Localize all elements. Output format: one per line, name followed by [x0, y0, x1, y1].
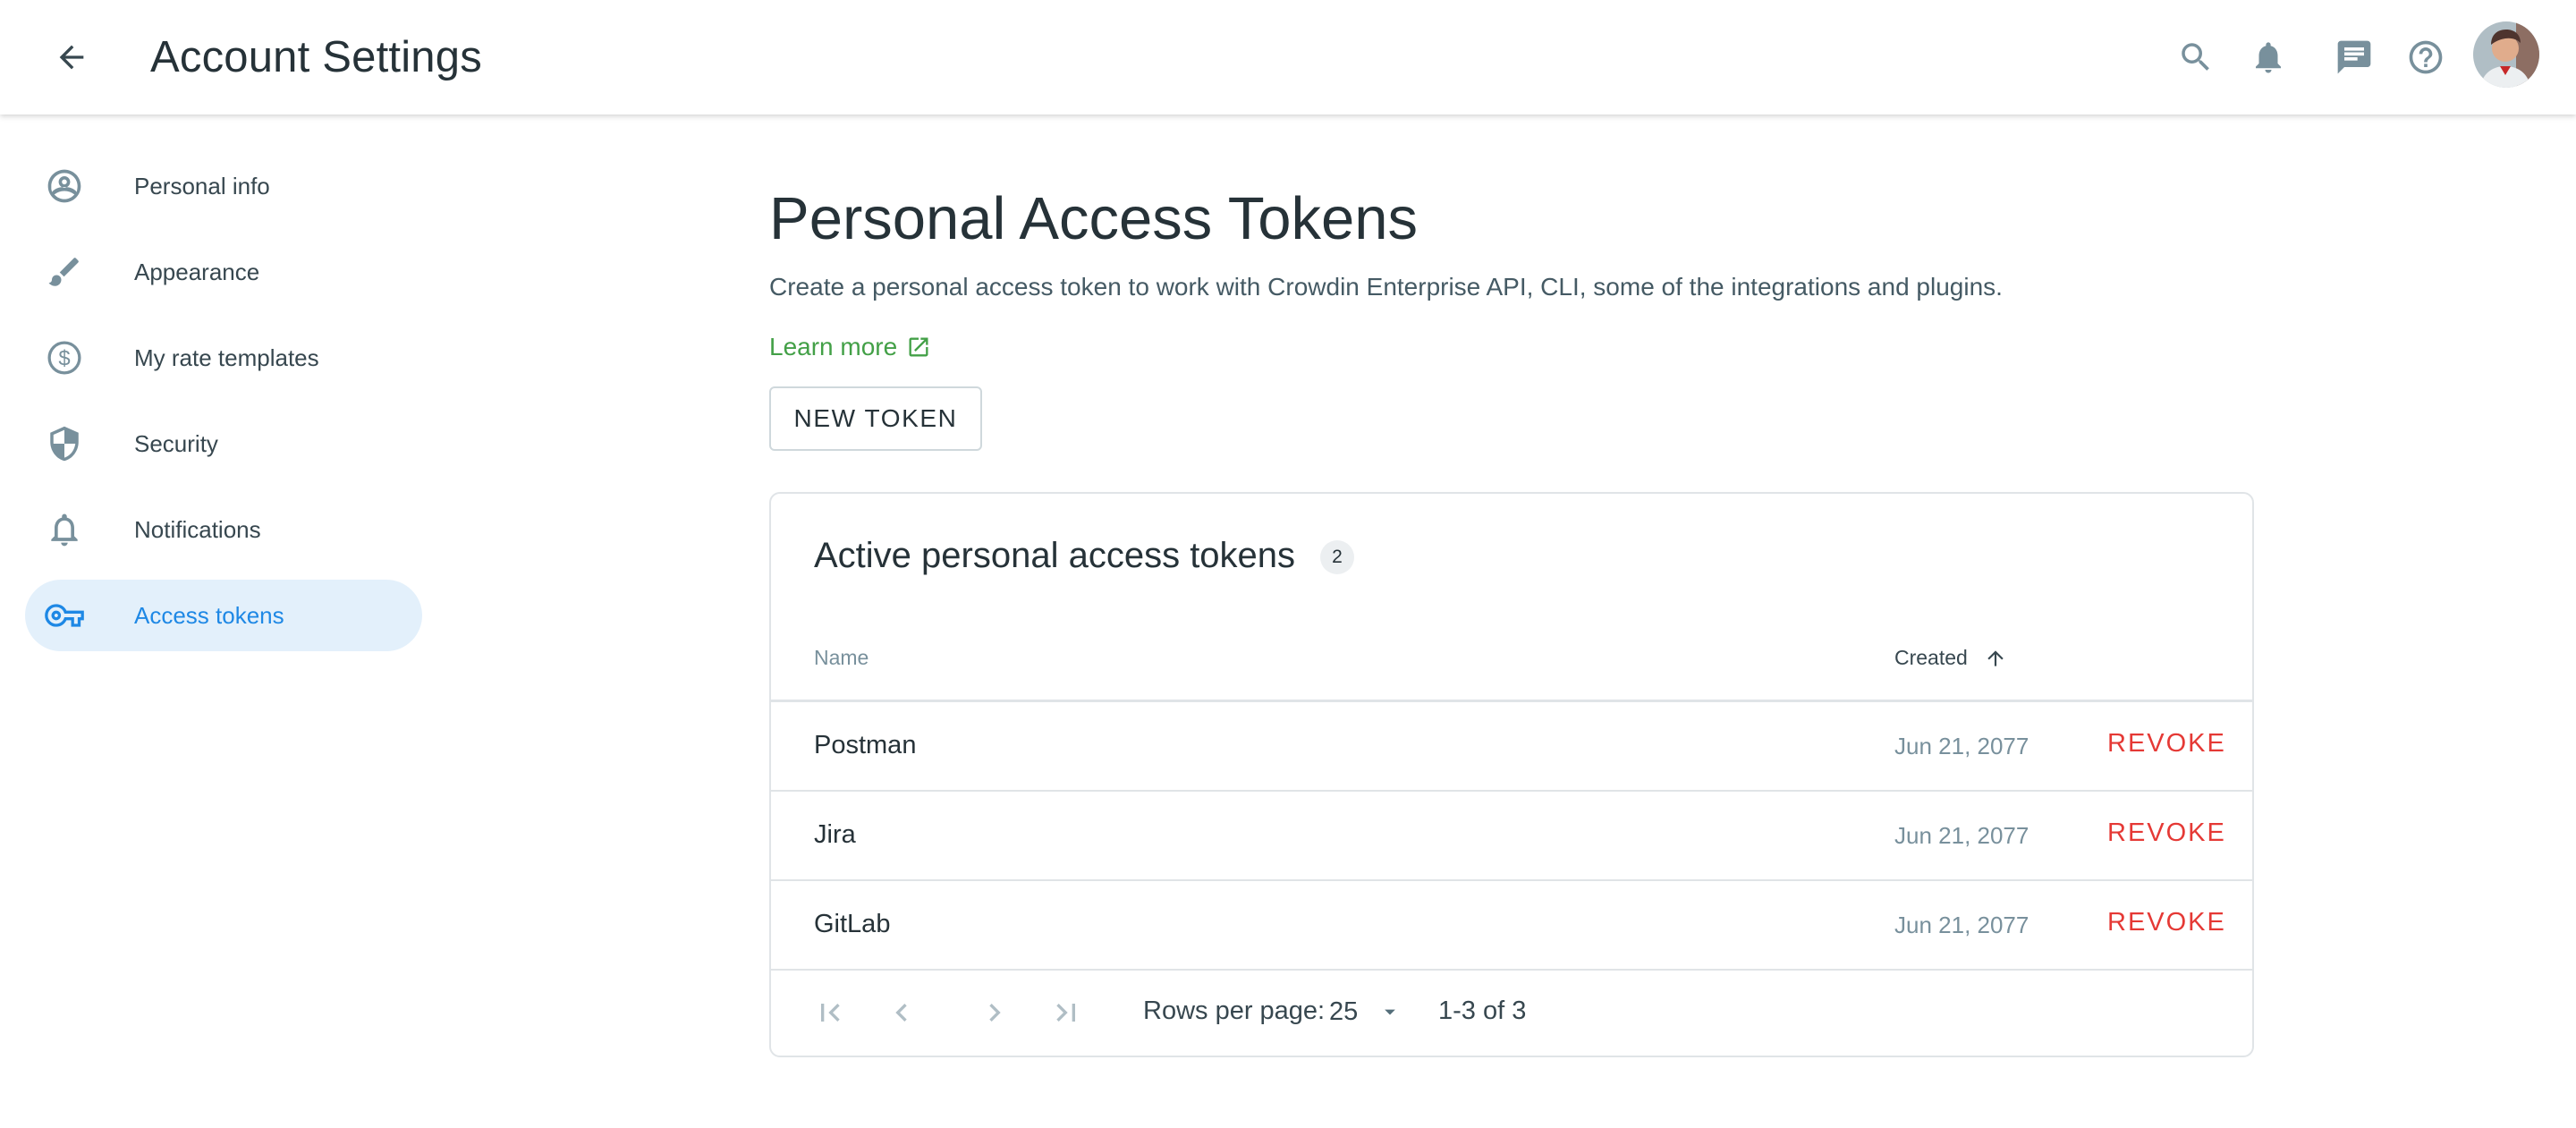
column-header-created[interactable]: Created	[1894, 646, 2007, 670]
sidebar-item-personal-info[interactable]: Personal info	[25, 150, 422, 222]
external-link-icon	[906, 335, 931, 360]
rows-per-page-label: Rows per page:	[1143, 997, 1326, 1025]
revoke-button[interactable]: REVOKE	[2107, 908, 2226, 937]
learn-more-link[interactable]: Learn more	[769, 333, 931, 361]
sidebar-item-label: Access tokens	[134, 601, 284, 629]
sidebar-item-notifications[interactable]: Notifications	[25, 494, 422, 565]
back-arrow-icon	[59, 45, 84, 70]
page-title: Personal Access Tokens	[769, 185, 1418, 252]
dollar-circle-icon: $	[45, 338, 84, 377]
revoke-button[interactable]: REVOKE	[2107, 818, 2226, 848]
pagination-range: 1-3 of 3	[1438, 997, 1527, 1025]
learn-more-label: Learn more	[769, 333, 898, 360]
sidebar-item-rate-templates[interactable]: $ My rate templates	[25, 322, 422, 394]
revoke-button[interactable]: REVOKE	[2107, 729, 2226, 759]
rows-per-page-select[interactable]: 25	[1329, 989, 1419, 1034]
chevron-right-icon	[989, 1004, 1001, 1022]
first-page-icon	[821, 1004, 840, 1022]
pagination: Rows per page: 25 1-3 of 3	[771, 970, 2252, 1056]
avatar[interactable]	[2473, 21, 2539, 88]
sort-ascending-icon	[1984, 647, 2007, 670]
sidebar-item-label: Appearance	[134, 258, 260, 285]
next-page-button[interactable]	[973, 991, 1016, 1034]
sidebar-item-security[interactable]: Security	[25, 408, 422, 479]
first-page-button[interactable]	[809, 991, 852, 1034]
svg-text:$: $	[58, 346, 70, 370]
sidebar-item-label: Personal info	[134, 172, 270, 199]
page-description: Create a personal access token to work w…	[769, 273, 2003, 301]
page-header-title: Account Settings	[150, 33, 482, 81]
help-button[interactable]	[2401, 32, 2451, 82]
column-header-name[interactable]: Name	[814, 646, 869, 670]
last-page-button[interactable]	[1045, 991, 1088, 1034]
sidebar: Personal info Appearance $ My rate templ…	[25, 150, 422, 666]
account-circle-icon	[45, 166, 84, 206]
rows-per-page-value: 25	[1329, 997, 1359, 1026]
main-content: Personal Access Tokens Create a personal…	[769, 179, 2254, 1057]
user-avatar-icon	[2473, 21, 2539, 88]
search-icon	[2182, 43, 2209, 71]
table-row: Jira Jun 21, 2077 REVOKE	[771, 792, 2252, 881]
key-icon	[45, 596, 84, 635]
column-header-created-label: Created	[1894, 646, 1968, 669]
shield-icon	[45, 424, 84, 463]
sidebar-item-access-tokens[interactable]: Access tokens	[25, 580, 422, 651]
token-created: Jun 21, 2077	[1894, 912, 2029, 938]
sidebar-item-label: My rate templates	[134, 343, 319, 371]
sidebar-item-label: Notifications	[134, 515, 261, 543]
bell-icon	[2256, 42, 2281, 73]
token-name: Jira	[814, 820, 856, 849]
bell-outline-icon	[45, 510, 84, 549]
app-header: Account Settings	[0, 0, 2576, 114]
token-created: Jun 21, 2077	[1894, 822, 2029, 849]
chevron-left-icon	[895, 1004, 907, 1022]
notifications-button[interactable]	[2243, 32, 2293, 82]
table-row: Postman Jun 21, 2077 REVOKE	[771, 702, 2252, 792]
tokens-card: Active personal access tokens 2 Name Cre…	[769, 492, 2254, 1057]
card-title: Active personal access tokens	[814, 536, 1296, 575]
chat-icon	[2337, 40, 2371, 74]
dropdown-caret-icon	[1377, 999, 1402, 1024]
search-button[interactable]	[2171, 32, 2221, 82]
sidebar-item-appearance[interactable]: Appearance	[25, 236, 422, 308]
brush-icon	[45, 252, 84, 292]
token-created: Jun 21, 2077	[1894, 733, 2029, 759]
back-button[interactable]	[47, 32, 97, 82]
token-name: GitLab	[814, 910, 891, 938]
count-badge: 2	[1320, 540, 1354, 574]
sidebar-item-label: Security	[134, 429, 218, 457]
new-token-button[interactable]: NEW TOKEN	[769, 386, 982, 451]
help-icon	[2409, 40, 2443, 74]
previous-page-button[interactable]	[880, 991, 923, 1034]
token-name: Postman	[814, 731, 917, 759]
messages-button[interactable]	[2329, 32, 2379, 82]
table-row: GitLab Jun 21, 2077 REVOKE	[771, 881, 2252, 971]
last-page-icon	[1056, 1004, 1075, 1022]
